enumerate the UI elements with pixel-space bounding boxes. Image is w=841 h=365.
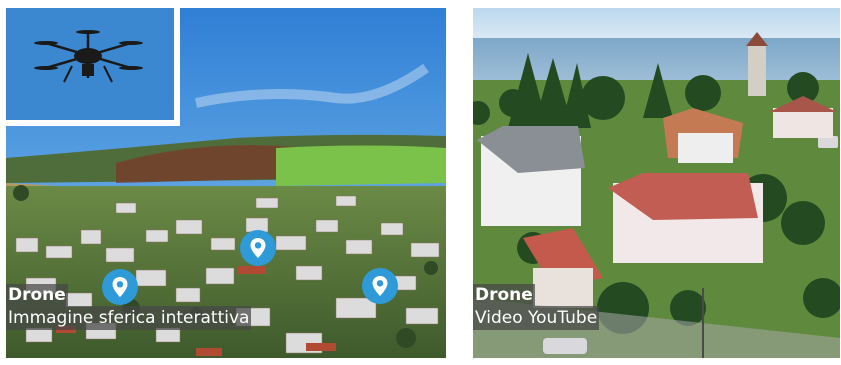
drone-thumbnail [6,8,180,126]
card-subtitle: Immagine sferica interattiva [6,306,252,330]
card-subtitle: Video YouTube [473,306,600,330]
card-caption: Drone Video YouTube [473,284,600,330]
card-title: Drone [6,284,68,306]
card-interactive-spherical-image[interactable]: Drone Immagine sferica interattiva [6,8,446,358]
page: Drone Immagine sferica interattiva Drone… [0,0,841,365]
map-pin-marker[interactable] [239,229,277,267]
card-caption: Drone Immagine sferica interattiva [6,284,252,330]
drone-icon [6,8,174,120]
map-pin-marker[interactable] [361,267,399,305]
card-title: Drone [473,284,535,306]
card-youtube-video[interactable]: Drone Video YouTube [473,8,840,358]
map-pin-icon [362,268,398,304]
map-pin-icon [240,230,276,266]
